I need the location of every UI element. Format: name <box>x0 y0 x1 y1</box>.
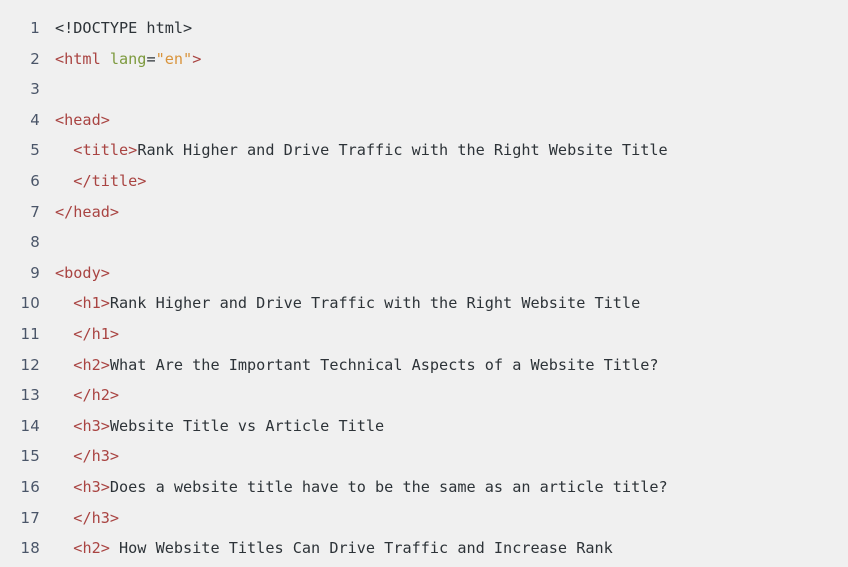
line-content[interactable]: <h3>Website Title vs Article Title <box>40 411 848 442</box>
code-line[interactable]: 3 <box>0 74 848 105</box>
token-tag: </h1> <box>73 324 120 343</box>
line-number: 10 <box>20 294 40 313</box>
line-number: 15 <box>20 447 40 466</box>
line-content[interactable]: </h1> <box>40 319 848 350</box>
token-text: Website Title vs Article Title <box>109 416 385 435</box>
line-content[interactable]: <head> <box>40 105 848 136</box>
token-tag: </h3> <box>73 447 120 466</box>
token-text: Rank Higher and Drive Traffic with the R… <box>137 141 668 160</box>
token-text: Does a website title have to be the same… <box>109 477 668 496</box>
token-tag: <title> <box>73 141 138 160</box>
line-number: 2 <box>30 49 40 68</box>
line-content[interactable]: <!DOCTYPE html> <box>40 13 848 44</box>
code-line[interactable]: 16 <h3>Does a website title have to be t… <box>0 472 848 503</box>
line-content[interactable]: <body> <box>40 258 848 289</box>
code-line[interactable]: 6 </title> <box>0 166 848 197</box>
token-tag: <h2> <box>73 355 110 374</box>
line-content[interactable]: </title> <box>40 166 848 197</box>
code-editor[interactable]: 1 <!DOCTYPE html> 2 <html lang="en"> 3 4 <head… <box>0 0 848 567</box>
line-content[interactable]: <title>Rank Higher and Drive Traffic wit… <box>40 135 848 166</box>
token-value: "en" <box>155 49 193 68</box>
token-text: How Website Titles Can Drive Traffic and… <box>109 539 613 558</box>
token-tag: > <box>192 49 202 68</box>
code-line[interactable]: 5 <title>Rank Higher and Drive Traffic w… <box>0 135 848 166</box>
line-number: 12 <box>20 355 40 374</box>
line-content[interactable]: </h2> <box>40 380 848 411</box>
token-tag: </h2> <box>73 386 120 405</box>
line-number: 1 <box>30 19 40 37</box>
token-text: Rank Higher and Drive Traffic with the R… <box>109 294 641 313</box>
line-number: 7 <box>30 202 40 221</box>
code-line[interactable]: 4 <head> <box>0 105 848 136</box>
token-tag: <head> <box>55 110 110 129</box>
code-line[interactable]: 13 </h2> <box>0 380 848 411</box>
code-line[interactable]: 7 </head> <box>0 197 848 228</box>
token-text: What Are the Important Technical Aspects… <box>109 355 659 374</box>
token-tag: <h3> <box>73 416 110 435</box>
line-number: 17 <box>20 508 40 527</box>
token-tag: <html <box>55 49 110 68</box>
line-number: 8 <box>30 233 40 252</box>
code-line[interactable]: 17 </h3> <box>0 503 848 534</box>
line-content[interactable]: <h3>Does a website title have to be the … <box>40 472 848 503</box>
line-content[interactable]: <html lang="en"> <box>40 44 848 75</box>
code-line[interactable]: 9 <body> <box>0 258 848 289</box>
code-line[interactable]: 1 <!DOCTYPE html> <box>0 13 848 44</box>
token-eq: = <box>146 49 156 68</box>
line-number: 5 <box>30 141 40 160</box>
line-number: 3 <box>30 80 40 99</box>
token-tag: <body> <box>55 263 110 282</box>
code-line[interactable]: 10 <h1>Rank Higher and Drive Traffic wit… <box>0 288 848 319</box>
line-content[interactable]: </h3> <box>40 503 848 534</box>
line-number: 16 <box>20 477 40 496</box>
code-line[interactable]: 11 </h1> <box>0 319 848 350</box>
line-number: 13 <box>20 386 40 405</box>
line-number: 4 <box>30 110 40 129</box>
line-number: 9 <box>30 263 40 282</box>
token-tag: <h2> <box>73 539 110 558</box>
line-number: 6 <box>30 171 40 190</box>
line-content[interactable]: <h1>Rank Higher and Drive Traffic with t… <box>40 288 848 319</box>
code-line[interactable]: 12 <h2>What Are the Important Technical … <box>0 350 848 381</box>
code-line[interactable]: 8 <box>0 227 848 258</box>
line-number: 18 <box>20 539 40 558</box>
line-content[interactable]: </h3> <box>40 441 848 472</box>
line-number: 11 <box>20 324 40 343</box>
line-content[interactable]: </head> <box>40 197 848 228</box>
line-content[interactable]: <h2>What Are the Important Technical Asp… <box>40 350 848 381</box>
token-tag: <h1> <box>73 294 110 313</box>
line-content[interactable]: <h2> How Website Titles Can Drive Traffi… <box>40 533 848 564</box>
token-doctype: <!DOCTYPE html> <box>55 19 193 37</box>
token-tag: <h3> <box>73 477 110 496</box>
code-line[interactable]: 2 <html lang="en"> <box>0 44 848 75</box>
token-tag: </h3> <box>73 508 120 527</box>
code-line[interactable]: 14 <h3>Website Title vs Article Title <box>0 411 848 442</box>
code-line[interactable]: 15 </h3> <box>0 441 848 472</box>
token-attr: lang <box>109 49 147 68</box>
token-tag: </title> <box>73 171 147 190</box>
token-tag: </head> <box>55 202 120 221</box>
code-lines-container: 1 <!DOCTYPE html> 2 <html lang="en"> 3 4 <head… <box>0 13 848 567</box>
line-number: 14 <box>20 416 40 435</box>
code-line[interactable]: 18 <h2> How Website Titles Can Drive Tra… <box>0 533 848 564</box>
